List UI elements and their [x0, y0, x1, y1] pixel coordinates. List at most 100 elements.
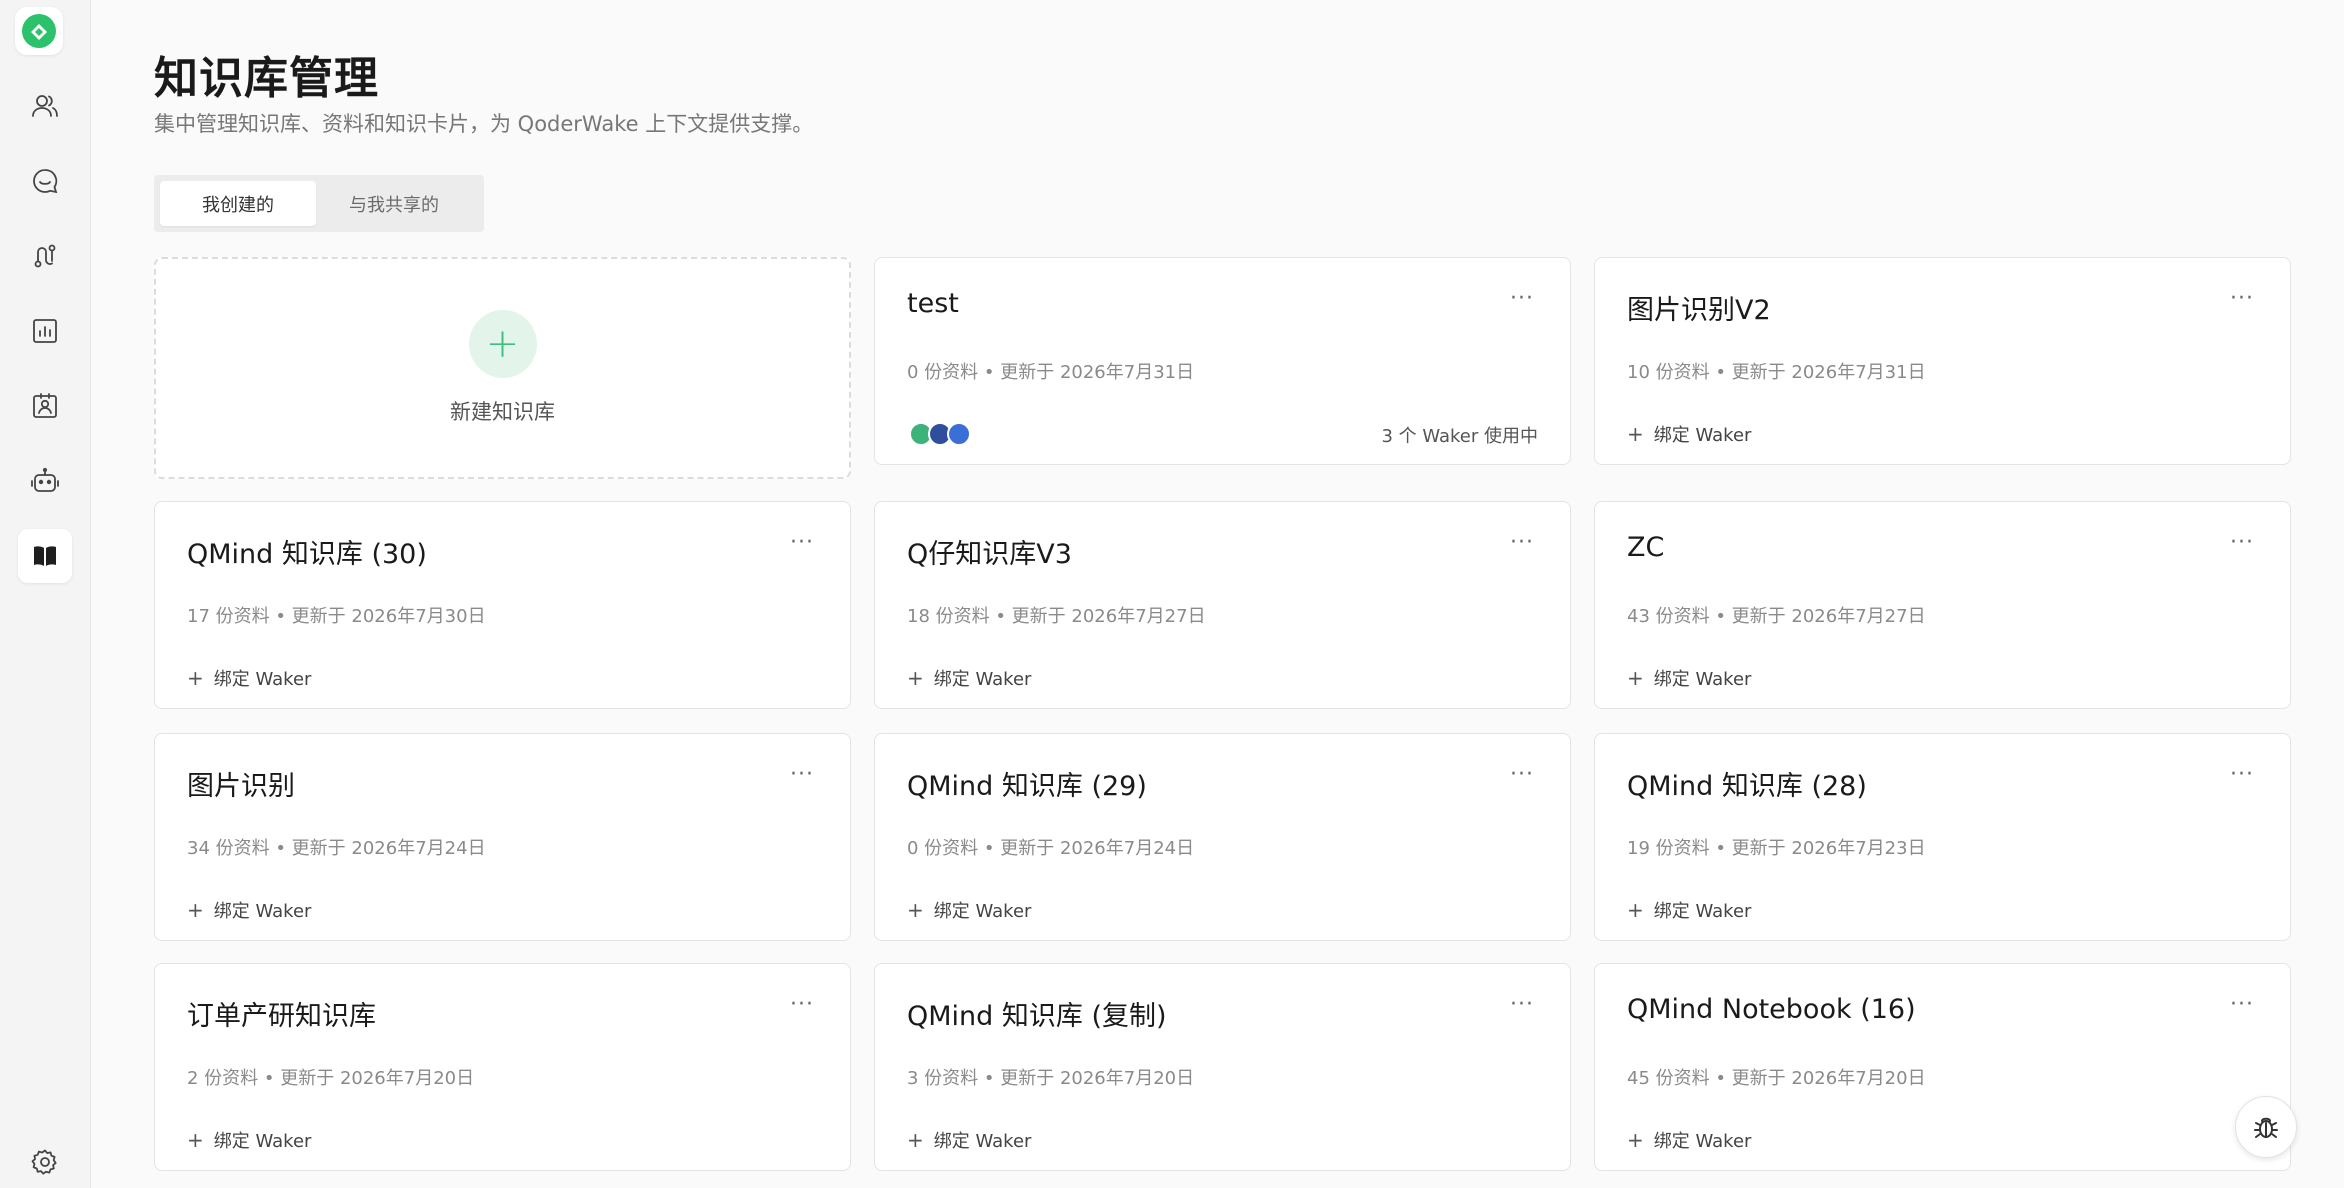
knowledge-base-card[interactable]: 图片识别V2 ··· 10 份资料 • 更新于 2026年7月31日 + 绑定 W…: [1594, 257, 2291, 465]
users-icon: [32, 95, 58, 117]
waker-avatars: [909, 422, 971, 446]
card-title: QMind 知识库 (复制): [907, 1001, 1167, 1032]
gear-icon: [31, 1149, 57, 1175]
tab-group: 我创建的 与我共享的: [154, 175, 484, 232]
bind-waker-label: 绑定 Waker: [213, 1131, 312, 1152]
more-options-button[interactable]: ···: [1504, 760, 1540, 789]
bind-waker-label: 绑定 Waker: [1653, 669, 1752, 690]
bind-waker-button[interactable]: + 绑定 Waker: [187, 665, 311, 691]
bind-waker-button[interactable]: + 绑定 Waker: [187, 1127, 311, 1153]
card-meta: 3 份资料 • 更新于 2026年7月20日: [907, 1068, 1195, 1089]
plus-icon: +: [468, 310, 537, 378]
card-title: 订单产研知识库: [187, 1001, 376, 1032]
bind-waker-button[interactable]: + 绑定 Waker: [1627, 421, 1751, 447]
card-title: QMind Notebook (16): [1627, 994, 1916, 1025]
more-options-button[interactable]: ···: [784, 760, 820, 789]
card-title: QMind 知识库 (28): [1627, 771, 1867, 802]
nav-contacts[interactable]: [18, 379, 72, 433]
card-meta: 43 份资料 • 更新于 2026年7月27日: [1627, 606, 1926, 627]
tab-created-by-me[interactable]: 我创建的: [160, 181, 316, 226]
robot-icon: [31, 467, 59, 492]
bind-waker-button[interactable]: + 绑定 Waker: [907, 897, 1031, 923]
more-options-button[interactable]: ···: [2224, 528, 2260, 557]
card-meta: 19 份资料 • 更新于 2026年7月23日: [1627, 838, 1926, 859]
card-title: 图片识别V2: [1627, 295, 1771, 326]
card-meta: 0 份资料 • 更新于 2026年7月24日: [907, 838, 1195, 859]
new-knowledge-base-card[interactable]: + 新建知识库: [154, 257, 851, 479]
bind-waker-button[interactable]: + 绑定 Waker: [187, 897, 311, 923]
more-options-button[interactable]: ···: [1504, 284, 1540, 313]
knowledge-base-card[interactable]: 图片识别 ··· 34 份资料 • 更新于 2026年7月24日 + 绑定 Wak…: [154, 733, 851, 941]
plus-icon: +: [1627, 422, 1644, 446]
more-options-button[interactable]: ···: [2224, 990, 2260, 1019]
logo-icon: [22, 14, 56, 48]
tab-shared-with-me[interactable]: 与我共享的: [316, 181, 472, 226]
bind-waker-button[interactable]: + 绑定 Waker: [1627, 665, 1751, 691]
card-title: test: [907, 288, 959, 319]
avatar: [947, 422, 971, 446]
bug-icon: [2254, 1117, 2278, 1138]
page-title: 知识库管理: [154, 53, 379, 104]
plus-icon: +: [187, 1128, 204, 1152]
bind-waker-button[interactable]: + 绑定 Waker: [1627, 897, 1751, 923]
knowledge-base-card[interactable]: ZC ··· 43 份资料 • 更新于 2026年7月27日 + 绑定 Waker: [1594, 501, 2291, 709]
knowledge-base-card[interactable]: QMind 知识库 (复制) ··· 3 份资料 • 更新于 2026年7月20…: [874, 963, 1571, 1171]
chart-icon: [33, 319, 57, 343]
card-title: QMind 知识库 (30): [187, 539, 427, 570]
bind-waker-label: 绑定 Waker: [1653, 901, 1752, 922]
bind-waker-button[interactable]: + 绑定 Waker: [1627, 1127, 1751, 1153]
nav-robot[interactable]: [18, 454, 72, 508]
bind-waker-button[interactable]: + 绑定 Waker: [907, 1127, 1031, 1153]
card-meta: 45 份资料 • 更新于 2026年7月20日: [1627, 1068, 1926, 1089]
more-options-button[interactable]: ···: [784, 528, 820, 557]
bind-waker-button[interactable]: + 绑定 Waker: [907, 665, 1031, 691]
chat-icon: [33, 169, 58, 194]
knowledge-base-card[interactable]: 订单产研知识库 ··· 2 份资料 • 更新于 2026年7月20日 + 绑定 W…: [154, 963, 851, 1171]
nav-workflow[interactable]: [18, 229, 72, 283]
bind-waker-label: 绑定 Waker: [1653, 1131, 1752, 1152]
knowledge-base-card[interactable]: test ··· 0 份资料 • 更新于 2026年7月31日 3 个 Wake…: [874, 257, 1571, 465]
nav-analytics[interactable]: [18, 304, 72, 358]
debug-fab-button[interactable]: [2235, 1096, 2297, 1158]
plus-icon: +: [187, 898, 204, 922]
more-options-button[interactable]: ···: [784, 990, 820, 1019]
app-logo[interactable]: [15, 7, 63, 55]
workflow-icon: [34, 244, 56, 268]
card-meta: 34 份资料 • 更新于 2026年7月24日: [187, 838, 486, 859]
sidebar: [0, 0, 91, 1188]
knowledge-base-card[interactable]: Q仔知识库V3 ··· 18 份资料 • 更新于 2026年7月27日 + 绑定 …: [874, 501, 1571, 709]
more-options-button[interactable]: ···: [1504, 528, 1540, 557]
more-options-button[interactable]: ···: [2224, 760, 2260, 789]
bind-waker-label: 绑定 Waker: [933, 669, 1032, 690]
nav-settings[interactable]: [18, 1135, 72, 1188]
card-meta: 18 份资料 • 更新于 2026年7月27日: [907, 606, 1206, 627]
more-options-button[interactable]: ···: [2224, 284, 2260, 313]
bind-waker-label: 绑定 Waker: [213, 669, 312, 690]
plus-icon: +: [187, 666, 204, 690]
card-title: 图片识别: [187, 771, 295, 802]
card-meta: 17 份资料 • 更新于 2026年7月30日: [187, 606, 486, 627]
card-meta: 0 份资料 • 更新于 2026年7月31日: [907, 362, 1195, 383]
nav-knowledge-base[interactable]: [18, 529, 72, 583]
card-title: ZC: [1627, 532, 1665, 563]
bind-waker-label: 绑定 Waker: [213, 901, 312, 922]
nav-users[interactable]: [18, 79, 72, 133]
more-options-button[interactable]: ···: [1504, 990, 1540, 1019]
card-meta: 10 份资料 • 更新于 2026年7月31日: [1627, 362, 1926, 383]
knowledge-base-card[interactable]: QMind Notebook (16) ··· 45 份资料 • 更新于 202…: [1594, 963, 2291, 1171]
knowledge-base-card[interactable]: QMind 知识库 (30) ··· 17 份资料 • 更新于 2026年7月3…: [154, 501, 851, 709]
plus-icon: +: [907, 666, 924, 690]
plus-icon: +: [907, 1128, 924, 1152]
knowledge-base-card[interactable]: QMind 知识库 (28) ··· 19 份资料 • 更新于 2026年7月2…: [1594, 733, 2291, 941]
main-content: 知识库管理 集中管理知识库、资料和知识卡片，为 QoderWake 上下文提供支…: [91, 0, 2344, 1188]
plus-icon: +: [1627, 666, 1644, 690]
knowledge-base-card[interactable]: QMind 知识库 (29) ··· 0 份资料 • 更新于 2026年7月24…: [874, 733, 1571, 941]
plus-icon: +: [907, 898, 924, 922]
new-knowledge-base-label: 新建知识库: [450, 400, 555, 424]
nav-chat[interactable]: [18, 154, 72, 208]
bind-waker-label: 绑定 Waker: [1653, 425, 1752, 446]
card-title: QMind 知识库 (29): [907, 771, 1147, 802]
bind-waker-label: 绑定 Waker: [933, 1131, 1032, 1152]
plus-icon: +: [1627, 898, 1644, 922]
book-icon: [34, 546, 56, 566]
